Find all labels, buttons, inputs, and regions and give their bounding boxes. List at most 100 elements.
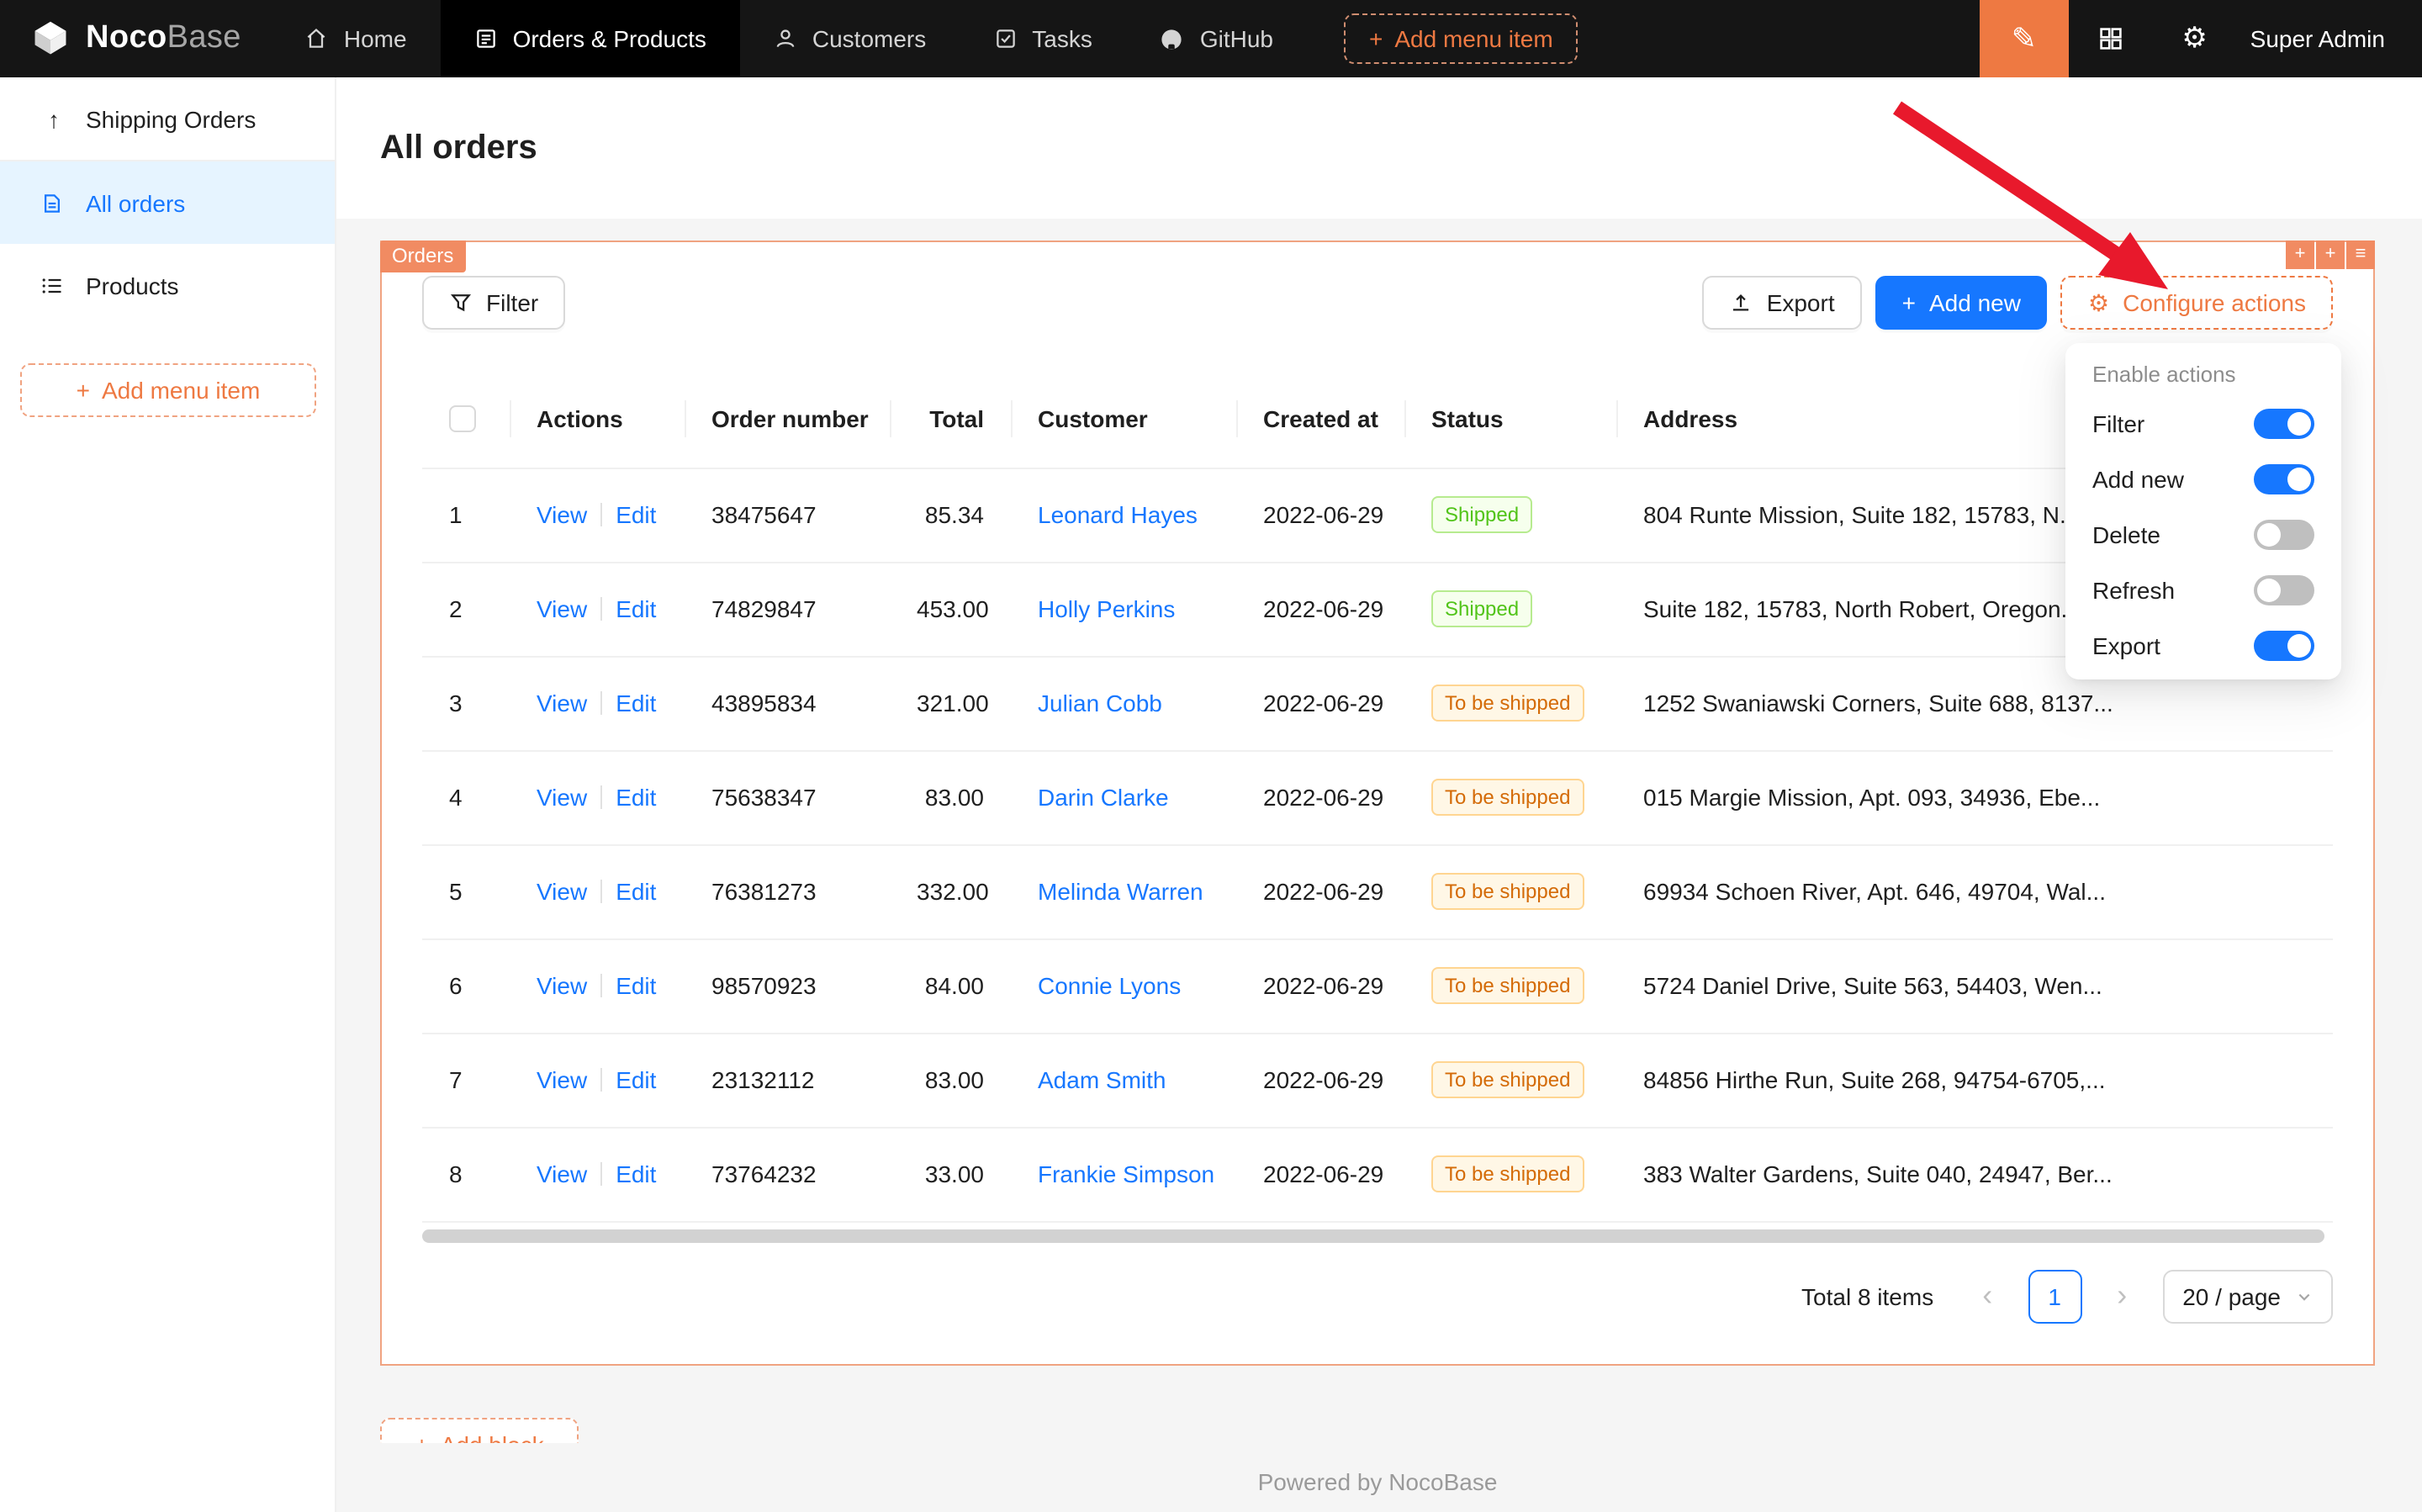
order-number-cell: 43895834 [711,690,817,716]
edit-link[interactable]: Edit [616,784,656,811]
configure-actions-label: Configure actions [2123,289,2306,316]
edit-link[interactable]: Edit [616,1160,656,1187]
view-link[interactable]: View [537,1066,587,1093]
dropdown-item[interactable]: Export [2072,617,2335,673]
nocobase-logo[interactable]: NocoBase [0,0,272,77]
main-menu: Home Orders & Products Customers Tasks G… [272,0,1307,77]
pagination-next-button[interactable]: › [2095,1269,2149,1323]
customer-link[interactable]: Frankie Simpson [1038,1160,1214,1187]
customer-link[interactable]: Adam Smith [1038,1066,1166,1093]
total-cell: 85.34 [925,501,984,528]
status-tag: To be shipped [1431,1155,1584,1192]
total-cell: 83.00 [925,1066,984,1093]
ui-editor-button[interactable]: ✎ [1980,0,2069,77]
horizontal-scrollbar-thumb[interactable] [422,1229,2325,1242]
home-icon [305,27,329,50]
sidebar-item-shipping-orders[interactable]: ↑ Shipping Orders [0,77,335,160]
table-row: 4 ViewEdit 75638347 83.00 Darin Clarke 2… [422,750,2333,844]
table-row: 1 ViewEdit 38475647 85.34 Leonard Hayes … [422,468,2333,562]
nav-item-orders-products[interactable]: Orders & Products [441,0,740,77]
add-block-clip: + Add block [380,1417,579,1442]
dropdown-item[interactable]: Filter [2072,395,2335,451]
pagination-page-1[interactable]: 1 [2028,1269,2081,1323]
toggle-switch[interactable] [2254,519,2314,549]
dropdown-item-label: Filter [2092,410,2144,436]
customer-link[interactable]: Melinda Warren [1038,878,1203,905]
row-index: 4 [449,784,463,811]
add-block-button[interactable]: + Add block [380,1417,579,1442]
view-link[interactable]: View [537,972,587,999]
table-row: 3 ViewEdit 43895834 321.00 Julian Cobb 2… [422,656,2333,750]
filter-button-label: Filter [486,289,538,316]
total-cell: 33.00 [925,1160,984,1187]
view-link[interactable]: View [537,878,587,905]
plugins-button[interactable] [2069,0,2153,77]
export-button[interactable]: Export [1703,276,1862,330]
user-menu[interactable]: Super Admin [2237,25,2422,52]
nav-item-tasks[interactable]: Tasks [960,0,1126,77]
customer-link[interactable]: Holly Perkins [1038,595,1175,622]
nav-item-github[interactable]: GitHub [1126,0,1307,77]
edit-link[interactable]: Edit [616,878,656,905]
toggle-switch[interactable] [2254,408,2314,438]
select-all-checkbox[interactable] [449,405,476,432]
edit-link[interactable]: Edit [616,501,656,528]
table-row: 8 ViewEdit 73764232 33.00 Frankie Simpso… [422,1127,2333,1221]
toggle-switch[interactable] [2254,463,2314,494]
edit-link[interactable]: Edit [616,972,656,999]
row-index: 7 [449,1066,463,1093]
edit-link[interactable]: Edit [616,1066,656,1093]
total-cell: 332.00 [917,878,989,905]
dropdown-item[interactable]: Delete [2072,506,2335,562]
order-number-cell: 73764232 [711,1160,817,1187]
action-divider [600,1068,602,1092]
action-divider [600,785,602,809]
navbar-add-menu-item-button[interactable]: + Add menu item [1344,13,1579,64]
settings-button[interactable]: ⚙ [2153,0,2237,77]
unordered-list-icon [40,273,67,297]
sidebar-item-products[interactable]: Products [0,244,335,326]
configure-actions-dropdown: Enable actions Filter Add new Delete Ref… [2065,343,2341,679]
dropdown-item[interactable]: Refresh [2072,562,2335,617]
view-link[interactable]: View [537,784,587,811]
view-link[interactable]: View [537,595,587,622]
customer-link[interactable]: Julian Cobb [1038,690,1162,716]
block-menu-icon[interactable]: ≡ [2346,241,2375,269]
main-area: All orders Orders + + ≡ Filter [336,77,2422,1512]
toggle-switch[interactable] [2254,630,2314,660]
created-at-cell: 2022-06-29 [1263,501,1383,528]
nav-item-label: Orders & Products [513,25,706,52]
app-viewport: NocoBase Home Orders & Products Customer… [0,0,2422,1512]
order-number-cell: 38475647 [711,501,817,528]
nav-item-home[interactable]: Home [272,0,441,77]
column-header-select [422,370,510,468]
customer-link[interactable]: Leonard Hayes [1038,501,1198,528]
column-header-created-at: Created at [1236,370,1404,468]
sidebar-add-menu-item-button[interactable]: + Add menu item [20,363,316,417]
view-link[interactable]: View [537,501,587,528]
status-tag: Shipped [1431,590,1532,627]
column-header-total: Total [890,370,1011,468]
view-link[interactable]: View [537,1160,587,1187]
toggle-switch[interactable] [2254,574,2314,605]
arrow-up-icon: ↑ [40,105,67,132]
status-tag: To be shipped [1431,873,1584,910]
view-link[interactable]: View [537,690,587,716]
sidebar-item-all-orders[interactable]: All orders [0,161,335,244]
nav-item-customers[interactable]: Customers [740,0,960,77]
customer-link[interactable]: Darin Clarke [1038,784,1169,811]
drag-handle-icon[interactable]: + [2286,241,2314,269]
dropdown-item[interactable]: Add new [2072,451,2335,506]
dropdown-item-label: Add new [2092,465,2184,492]
filter-button[interactable]: Filter [422,276,565,330]
add-new-button[interactable]: + Add new [1875,276,2048,330]
pagination-prev-button[interactable]: ‹ [1960,1269,2014,1323]
configure-actions-button[interactable]: ⚙ Configure actions [2061,276,2333,330]
order-number-cell: 23132112 [711,1066,815,1093]
page-size-select[interactable]: 20 / page [2162,1269,2333,1323]
edit-link[interactable]: Edit [616,595,656,622]
initializer-plus-icon[interactable]: + [2316,241,2345,269]
edit-link[interactable]: Edit [616,690,656,716]
customer-link[interactable]: Connie Lyons [1038,972,1181,999]
action-divider [600,974,602,997]
